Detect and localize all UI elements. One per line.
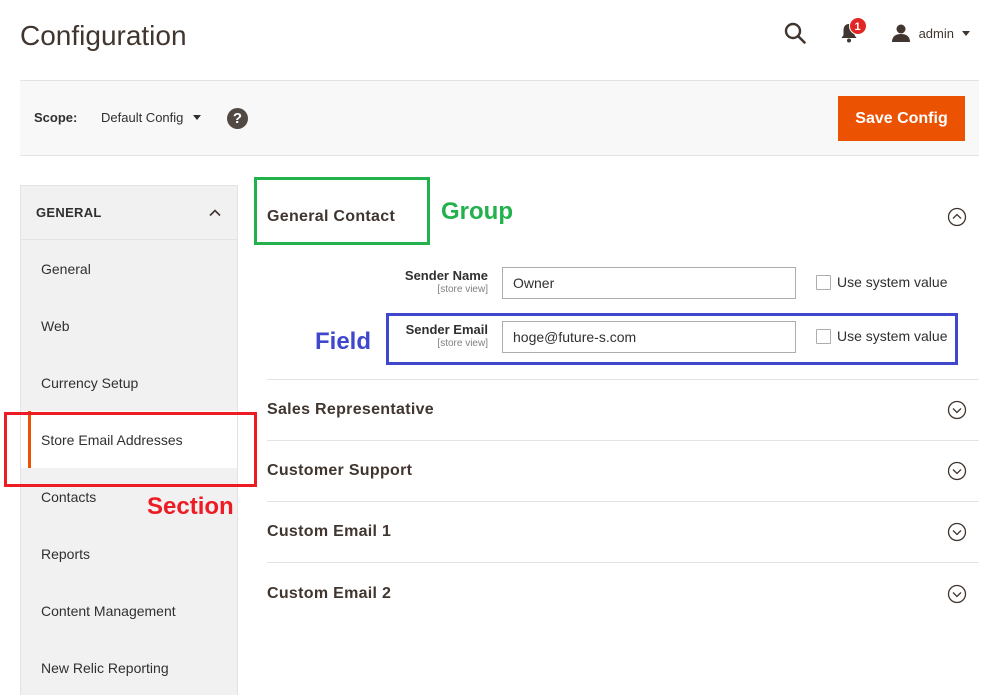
group-title: Custom Email 2	[267, 584, 392, 602]
sidebar-tab-general[interactable]: GENERAL	[21, 186, 237, 240]
group-customer-support-header[interactable]: Customer Support	[267, 441, 979, 502]
field-annotation-label: Field	[315, 328, 372, 355]
scope-bar: Scope: Default Config ? Save Config	[20, 80, 979, 156]
group-custom-email-2-header[interactable]: Custom Email 2	[267, 563, 979, 624]
notification-badge: 1	[848, 17, 867, 35]
checkbox-label: Use system value	[837, 274, 948, 290]
group-custom-email-1-header[interactable]: Custom Email 1	[267, 502, 979, 563]
sidebar-item-web[interactable]: Web	[21, 297, 237, 354]
header-actions: 1 admin	[783, 17, 970, 48]
scope-selected-value: Default Config	[101, 110, 184, 125]
field-label-text: Sender Name	[404, 268, 488, 283]
use-system-value-checkbox[interactable]: Use system value	[816, 274, 947, 290]
group-title: Customer Support	[267, 462, 413, 479]
sidebar-item-currency-setup[interactable]: Currency Setup	[21, 354, 237, 411]
section-annotation-label: Section	[147, 493, 234, 520]
chevron-up-circle-icon	[947, 207, 967, 227]
section-annotation-box	[4, 412, 257, 487]
group-sales-representative-header[interactable]: Sales Representative	[267, 380, 979, 441]
save-config-button[interactable]: Save Config	[838, 96, 965, 141]
notifications-button[interactable]: 1	[837, 17, 867, 45]
chevron-up-icon	[209, 208, 221, 216]
sidebar-item-content-management[interactable]: Content Management	[21, 582, 237, 639]
chevron-down-circle-icon	[947, 522, 967, 542]
chevron-down-icon	[193, 115, 202, 120]
user-menu[interactable]: admin	[891, 23, 970, 43]
group-annotation-box	[254, 177, 430, 245]
scope-switcher[interactable]: Default Config	[101, 110, 202, 125]
page-title: Configuration	[20, 20, 187, 51]
chevron-down-icon	[962, 30, 970, 36]
field-scope-hint: [store view]	[437, 284, 488, 295]
scope-label: Scope:	[34, 110, 78, 125]
user-icon	[891, 24, 910, 42]
sidebar-item-new-relic-reporting[interactable]: New Relic Reporting	[21, 639, 237, 695]
group-title: Custom Email 1	[267, 523, 392, 540]
sidebar-item-general[interactable]: General	[21, 240, 237, 297]
field-annotation-box	[386, 313, 958, 365]
checkbox-box[interactable]	[816, 274, 831, 290]
sidebar-tab-title: GENERAL	[36, 205, 102, 220]
user-name: admin	[918, 25, 954, 41]
config-content: General Contact Sender Name [store view]…	[267, 185, 979, 624]
field-label: Sender Name [store view]	[405, 268, 488, 295]
group-annotation-label: Group	[441, 198, 513, 225]
chevron-down-circle-icon	[947, 400, 967, 420]
search-icon[interactable]	[783, 21, 807, 45]
chevron-down-circle-icon	[947, 461, 967, 481]
sender-name-input[interactable]	[502, 267, 796, 299]
group-title: Sales Representative	[267, 401, 434, 418]
help-icon[interactable]: ?	[227, 108, 248, 129]
chevron-down-circle-icon	[947, 584, 967, 603]
sidebar-item-reports[interactable]: Reports	[21, 525, 237, 582]
